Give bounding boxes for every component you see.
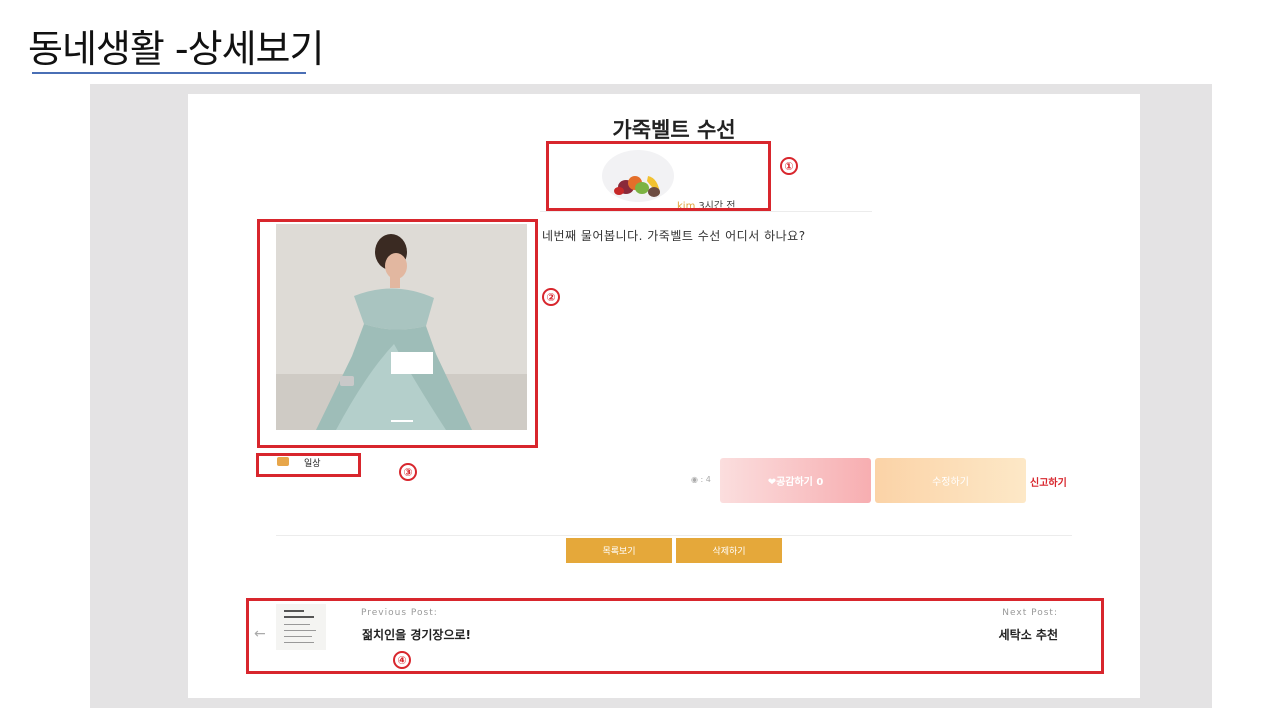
title-underline <box>32 72 306 74</box>
post-title: 가죽벨트 수선 <box>612 118 736 142</box>
annotation-box-3 <box>256 453 361 477</box>
like-button[interactable]: ❤공감하기 0 <box>720 458 871 503</box>
delete-button[interactable]: 삭제하기 <box>676 538 782 563</box>
annotation-marker-2: ② <box>542 288 560 306</box>
annotation-marker-3: ③ <box>399 463 417 481</box>
list-button[interactable]: 목록보기 <box>566 538 672 563</box>
annotation-box-1 <box>546 141 771 211</box>
report-link[interactable]: 신고하기 <box>1030 474 1067 489</box>
annotation-marker-4: ④ <box>393 651 411 669</box>
section-divider <box>276 535 1072 536</box>
view-count: ◉ : 4 <box>691 475 711 484</box>
meta-divider <box>540 211 872 212</box>
annotation-box-4 <box>246 598 1104 674</box>
annotation-marker-1: ① <box>780 157 798 175</box>
post-body: 네번째 물어봅니다. 가죽벨트 수선 어디서 하나요? <box>542 229 806 243</box>
annotation-box-2 <box>257 219 538 448</box>
edit-button[interactable]: 수정하기 <box>875 458 1026 503</box>
slide-title: 동네생활 -상세보기 <box>28 27 324 71</box>
